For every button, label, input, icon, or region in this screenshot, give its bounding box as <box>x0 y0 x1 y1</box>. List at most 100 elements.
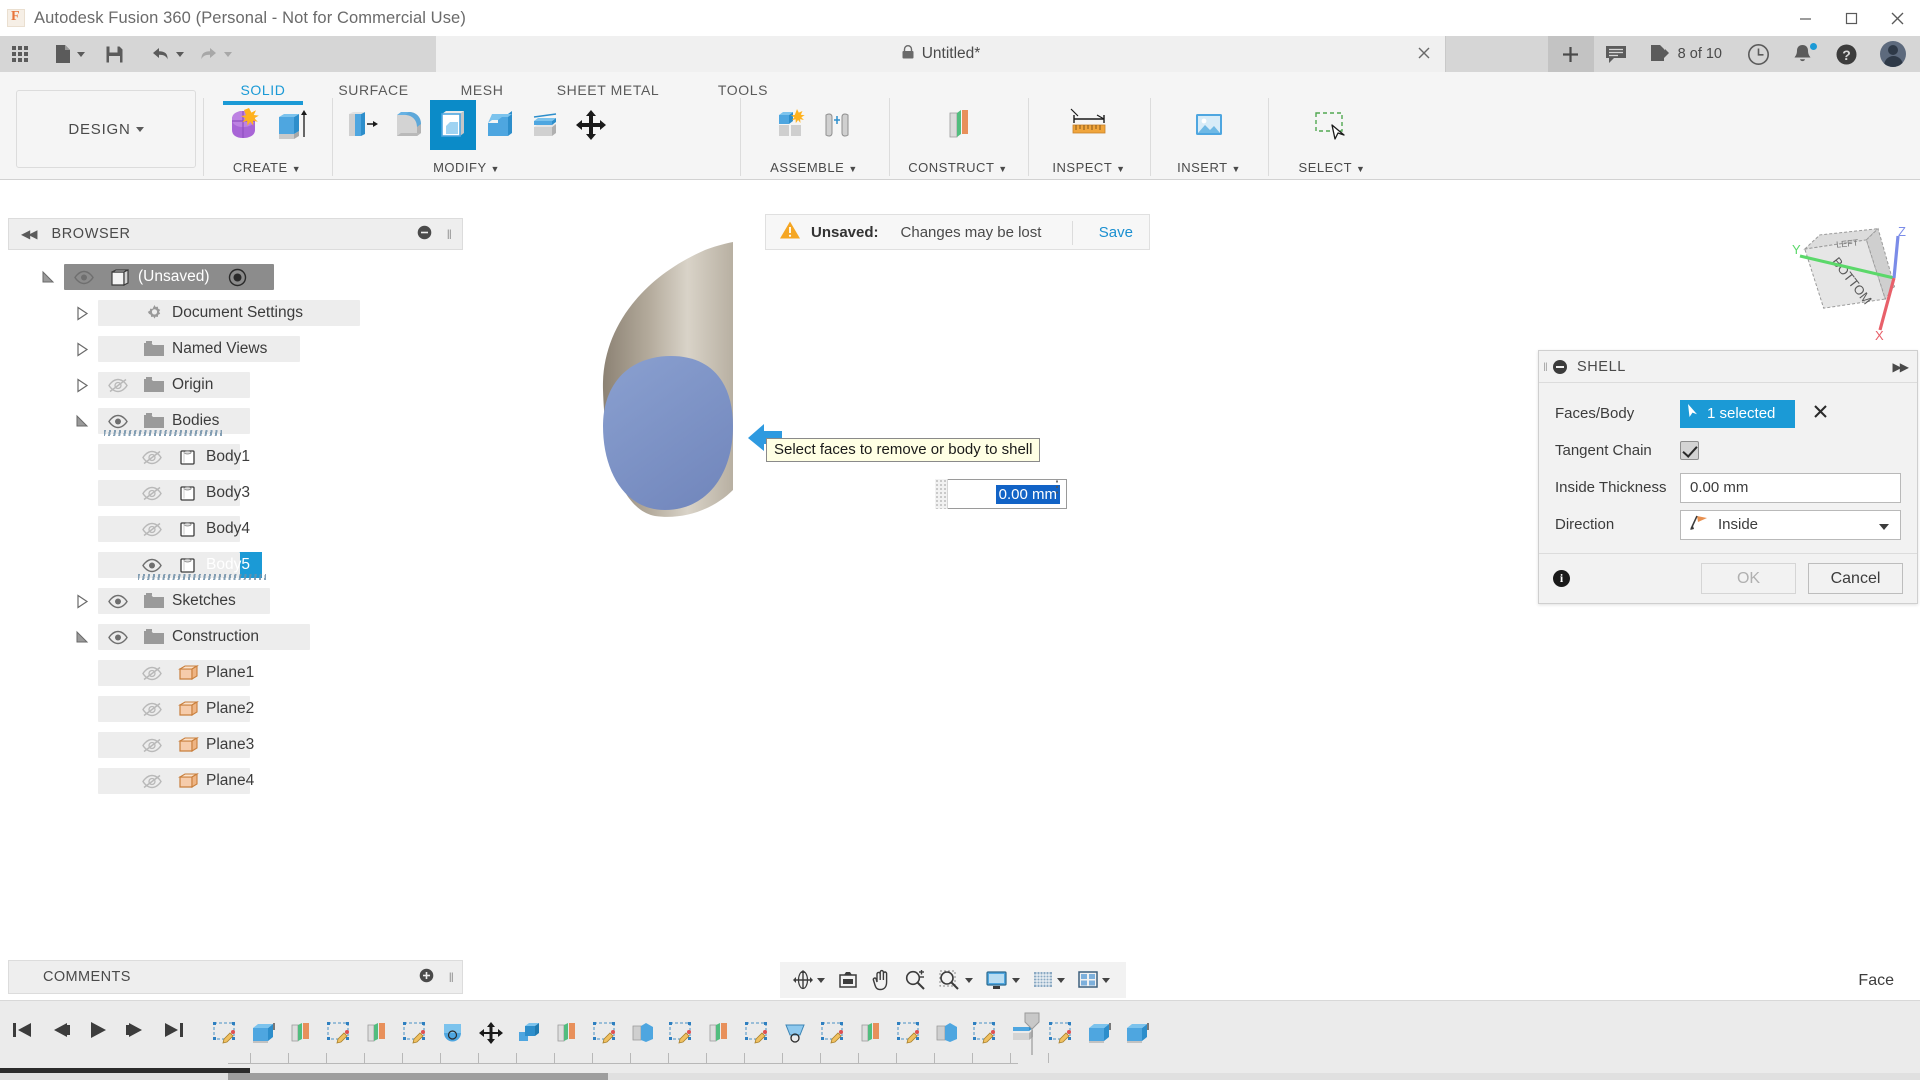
chevron-down-icon[interactable] <box>176 52 184 57</box>
visibility-eye-icon[interactable] <box>134 774 170 789</box>
ribbon-group-label-inspect[interactable]: INSPECT ▼ <box>1028 160 1150 175</box>
draft-button[interactable] <box>476 100 522 150</box>
minimize-icon[interactable] <box>1782 0 1828 36</box>
construct-plane-button[interactable] <box>935 100 981 150</box>
expander-icon[interactable] <box>64 342 100 357</box>
move-copy-button[interactable] <box>568 100 614 150</box>
insert-mcmaster-button[interactable] <box>1186 100 1232 150</box>
clear-selection-icon[interactable] <box>1813 404 1828 424</box>
chevron-down-icon[interactable] <box>1057 978 1065 983</box>
measure-button[interactable] <box>1066 100 1112 150</box>
browser-item-origin[interactable]: Origin <box>8 367 463 403</box>
shell-dialog-header[interactable]: ‖ SHELL ▶▶ <box>1539 351 1917 383</box>
browser-item-sketches[interactable]: Sketches <box>8 583 463 619</box>
press-pull-button[interactable] <box>338 100 384 150</box>
timeline-feature-extrude[interactable] <box>1120 1013 1154 1053</box>
zoom-icon[interactable] <box>898 962 932 998</box>
timeline-feature-sketch[interactable] <box>968 1013 1002 1053</box>
timeline-feature-plane[interactable] <box>550 1013 584 1053</box>
timeline-feature-extrude[interactable] <box>1082 1013 1116 1053</box>
timeline-marker-icon[interactable] <box>1022 1011 1042 1055</box>
ribbon-group-label-insert[interactable]: INSERT ▼ <box>1150 160 1268 175</box>
document-tab[interactable]: Untitled* <box>436 36 1446 72</box>
vertical-dots-icon[interactable]: ⋮ <box>1049 485 1065 491</box>
browser-item-plane4[interactable]: Plane4 <box>8 763 463 799</box>
browser-item-body5[interactable]: Body5 <box>8 547 463 583</box>
save-icon[interactable] <box>89 36 140 72</box>
new-component-button[interactable] <box>768 100 814 150</box>
browser-item-plane3[interactable]: Plane3 <box>8 727 463 763</box>
expander-icon[interactable] <box>64 630 100 645</box>
close-icon[interactable] <box>1874 0 1920 36</box>
timeline-feature-sketch[interactable] <box>1044 1013 1078 1053</box>
chevron-down-icon[interactable] <box>1012 978 1020 983</box>
cancel-button[interactable]: Cancel <box>1808 563 1903 594</box>
minus-circle-icon[interactable] <box>417 225 432 244</box>
timeline-feature-plane[interactable] <box>702 1013 736 1053</box>
timeline-feature-sketch[interactable] <box>398 1013 432 1053</box>
activate-component-icon[interactable] <box>220 268 256 287</box>
maximize-icon[interactable] <box>1828 0 1874 36</box>
orbit-icon[interactable] <box>786 962 831 998</box>
new-tab-button[interactable] <box>1548 36 1594 72</box>
dimension-grip-icon[interactable] <box>935 479 948 509</box>
expander-icon[interactable] <box>64 306 100 321</box>
timeline-feature-move[interactable] <box>474 1013 508 1053</box>
visibility-eye-icon[interactable] <box>100 594 136 609</box>
chevron-down-icon[interactable] <box>77 52 85 57</box>
browser-item-document-settings[interactable]: Document Settings <box>8 295 463 331</box>
timeline-feature-sketch[interactable] <box>740 1013 774 1053</box>
workspace-switcher[interactable]: DESIGN <box>16 90 196 168</box>
browser-item-construction[interactable]: Construction <box>8 619 463 655</box>
timeline-scrollbar-thumb[interactable] <box>228 1073 608 1080</box>
save-link[interactable]: Save <box>1099 224 1133 241</box>
tangent-chain-checkbox[interactable] <box>1680 441 1699 460</box>
visibility-eye-icon[interactable] <box>134 486 170 501</box>
clock-icon[interactable] <box>1736 36 1781 72</box>
plus-circle-icon[interactable] <box>419 968 434 987</box>
visibility-eye-icon[interactable] <box>134 738 170 753</box>
panel-grip-icon[interactable]: ‖ <box>447 227 452 242</box>
ok-button[interactable]: OK <box>1701 563 1796 594</box>
expander-icon[interactable] <box>30 270 66 285</box>
play-icon[interactable] <box>86 1019 110 1045</box>
avatar[interactable] <box>1869 36 1920 72</box>
visibility-eye-icon[interactable] <box>134 666 170 681</box>
viewport-layout-icon[interactable] <box>1071 962 1116 998</box>
chevron-down-icon[interactable] <box>965 978 973 983</box>
dimension-input[interactable]: 0.00 mm <box>935 479 1067 509</box>
chevron-down-icon[interactable] <box>1879 524 1889 530</box>
inside-thickness-input[interactable]: 0.00 mm <box>1680 473 1901 503</box>
timeline-feature-extrude[interactable] <box>246 1013 280 1053</box>
timeline-feature-sketch[interactable] <box>588 1013 622 1053</box>
chevron-down-icon[interactable] <box>817 978 825 983</box>
documents-icon[interactable] <box>1638 36 1675 72</box>
create-sketch-button[interactable] <box>221 100 267 150</box>
faces-body-selection[interactable]: 1 selected <box>1680 400 1795 428</box>
help-icon[interactable]: ? <box>1824 36 1869 72</box>
new-document-icon[interactable] <box>42 36 89 72</box>
fillet-button[interactable] <box>384 100 430 150</box>
step-back-icon[interactable] <box>48 1019 72 1045</box>
look-at-icon[interactable] <box>831 962 865 998</box>
visibility-eye-icon[interactable] <box>134 702 170 717</box>
ribbon-group-label-construct[interactable]: CONSTRUCT ▼ <box>889 160 1027 175</box>
expander-icon[interactable] <box>64 378 100 393</box>
expander-icon[interactable] <box>64 594 100 609</box>
browser-item-named-views[interactable]: Named Views <box>8 331 463 367</box>
select-button[interactable] <box>1309 100 1355 150</box>
zoom-window-icon[interactable] <box>932 962 979 998</box>
ribbon-group-label-assemble[interactable]: ASSEMBLE ▼ <box>740 160 888 175</box>
bell-icon[interactable] <box>1781 36 1824 72</box>
double-chevron-left-icon[interactable]: ◀◀ <box>21 227 35 241</box>
drag-grip-icon[interactable]: ‖ <box>1543 360 1547 374</box>
visibility-eye-icon[interactable] <box>134 450 170 465</box>
timeline-feature-loft[interactable] <box>626 1013 660 1053</box>
pan-hand-icon[interactable] <box>865 962 898 998</box>
app-grid-icon[interactable] <box>0 36 42 72</box>
timeline-feature-sketch[interactable] <box>664 1013 698 1053</box>
expander-icon[interactable] <box>64 414 100 429</box>
scale-button[interactable] <box>522 100 568 150</box>
panel-grip-icon[interactable]: ‖ <box>449 970 454 985</box>
undo-icon[interactable] <box>140 36 188 72</box>
